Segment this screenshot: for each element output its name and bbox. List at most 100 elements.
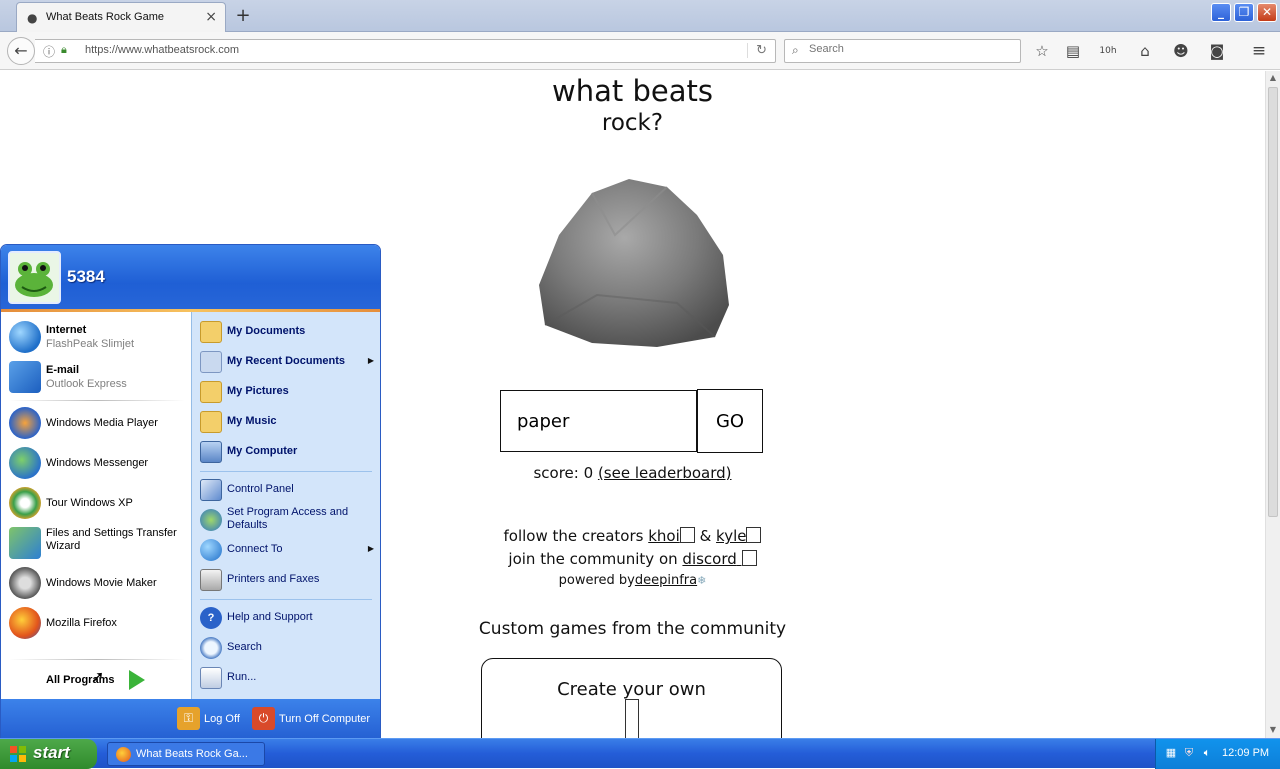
history-counter-label: 10h: [1099, 46, 1117, 56]
bookmark-star-icon[interactable]: ☆: [1031, 41, 1053, 61]
close-window-button[interactable]: ✕: [1257, 3, 1277, 22]
help-label: Run...: [227, 671, 257, 683]
start-button[interactable]: start: [0, 739, 97, 769]
program-windows-media-player[interactable]: Windows Media Player: [9, 407, 187, 439]
taskbar-firefox-window[interactable]: What Beats Rock Ga...: [107, 742, 265, 766]
movie-maker-icon: [9, 567, 41, 599]
join-text: join the community on: [508, 550, 678, 568]
recent-docs-icon: [200, 351, 222, 373]
browser-titlebar: ● What Beats Rock Game × + _ ❐ ✕: [0, 0, 1280, 32]
create-emoji-icon: [625, 699, 639, 738]
system-label: Set Program Access and Defaults: [227, 506, 349, 531]
program-files-settings-transfer[interactable]: Files and Settings Transfer Wizard: [9, 525, 187, 561]
pinned-email[interactable]: E-mail Outlook Express: [9, 361, 187, 395]
system-label: Control Panel: [227, 483, 294, 495]
run-item[interactable]: Run...: [200, 667, 380, 691]
scroll-down-icon[interactable]: ▼: [1266, 723, 1280, 737]
media-player-icon: [9, 407, 41, 439]
help-and-support[interactable]: ? Help and Support: [200, 607, 380, 631]
place-my-music[interactable]: My Music: [200, 411, 380, 435]
place-my-pictures[interactable]: My Pictures: [200, 381, 380, 405]
search-input[interactable]: [809, 43, 1009, 55]
system-program-access[interactable]: Set Program Access and Defaults: [200, 506, 380, 536]
create-your-own-card[interactable]: Create your own: [481, 658, 782, 738]
tab-title: What Beats Rock Game: [46, 11, 164, 23]
restore-button[interactable]: ❐: [1234, 3, 1254, 22]
program-windows-movie-maker[interactable]: Windows Movie Maker: [9, 567, 187, 599]
pinned-internet[interactable]: Internet FlashPeak Slimjet: [9, 321, 187, 355]
tab-close-icon[interactable]: ×: [205, 9, 217, 25]
security-shield-icon[interactable]: ⛨: [1182, 746, 1196, 760]
volume-icon[interactable]: 🔈︎: [1200, 746, 1214, 760]
pinned-internet-subtitle: FlashPeak Slimjet: [46, 338, 135, 350]
powered-text: powered by: [558, 573, 635, 588]
internet-globe-icon: [9, 321, 41, 353]
url-text[interactable]: https://www.whatbeatsrock.com: [85, 44, 239, 56]
program-mozilla-firefox[interactable]: Mozilla Firefox: [9, 607, 187, 639]
reload-icon[interactable]: ↻: [747, 43, 767, 58]
browser-tab[interactable]: ● What Beats Rock Game ×: [16, 2, 226, 32]
smiley-icon[interactable]: ☻: [1170, 41, 1192, 61]
scrollbar-thumb[interactable]: [1268, 87, 1278, 517]
system-label: Connect To: [227, 543, 283, 555]
deepinfra-link[interactable]: deepinfra: [635, 573, 697, 588]
lock-icon: 🔒︎: [61, 43, 67, 56]
search-icon: ⌕: [792, 43, 799, 57]
x-logo-icon: [679, 527, 695, 543]
place-my-recent-documents[interactable]: My Recent Documents ▶: [200, 351, 380, 375]
system-control-panel[interactable]: Control Panel: [200, 479, 380, 503]
pocket-icon[interactable]: ◙: [1206, 41, 1228, 61]
pinned-email-title: E-mail: [46, 364, 80, 376]
page-title-line1: what beats: [552, 74, 713, 108]
search-item[interactable]: Search: [200, 637, 380, 661]
new-tab-icon[interactable]: +: [233, 5, 253, 26]
place-my-documents[interactable]: My Documents: [200, 321, 380, 345]
taskbar: start What Beats Rock Ga... ▦ ⛨ 🔈︎ 12:09…: [0, 738, 1280, 769]
discord-link[interactable]: discord: [682, 550, 757, 568]
help-label: Search: [227, 641, 262, 653]
back-button[interactable]: ←: [7, 37, 35, 65]
create-your-own-label: Create your own: [557, 679, 706, 700]
program-windows-messenger[interactable]: Windows Messenger: [9, 447, 187, 479]
creator-kyle-link[interactable]: kyle: [716, 527, 762, 545]
place-label: My Documents: [227, 325, 306, 337]
all-programs-arrow-icon[interactable]: [129, 670, 145, 690]
score-text: score: 0: [533, 464, 594, 482]
scroll-up-icon[interactable]: ▲: [1266, 71, 1280, 85]
discord-name: discord: [682, 550, 737, 568]
program-tour-windows-xp[interactable]: Tour Windows XP: [9, 487, 187, 519]
info-icon[interactable]: ⓘ: [43, 43, 55, 60]
answer-input[interactable]: [501, 391, 696, 451]
minimize-button[interactable]: _: [1211, 3, 1231, 22]
computer-icon: [200, 441, 222, 463]
network-icon[interactable]: ▦: [1164, 746, 1178, 760]
menu-divider: [9, 659, 185, 660]
mouse-cursor-icon: ➚: [91, 669, 105, 686]
start-menu-header: 5384: [1, 245, 380, 309]
reading-list-icon[interactable]: ▤: [1062, 41, 1084, 61]
submenu-arrow-icon: ▶: [367, 356, 374, 365]
creator-kyle-name: kyle: [716, 527, 747, 545]
go-button[interactable]: GO: [697, 389, 763, 453]
program-label: Mozilla Firefox: [46, 617, 117, 629]
music-folder-icon: [200, 411, 222, 433]
pinned-internet-title: Internet: [46, 324, 87, 336]
help-label: Help and Support: [227, 611, 313, 623]
menu-hamburger-icon[interactable]: ≡: [1248, 41, 1270, 61]
taskbar-window-label: What Beats Rock Ga...: [136, 748, 248, 760]
x-logo-icon: [746, 527, 762, 543]
ampersand: &: [699, 527, 712, 545]
system-printers-faxes[interactable]: Printers and Faxes: [200, 569, 380, 593]
creator-khoi-link[interactable]: khoi: [648, 527, 695, 545]
home-icon[interactable]: ⌂: [1134, 41, 1156, 61]
start-label: start: [33, 743, 70, 762]
search-box[interactable]: ⌕: [784, 39, 1021, 63]
page-title-line2: rock?: [601, 110, 664, 136]
page-scrollbar[interactable]: ▲ ▼: [1265, 71, 1280, 738]
system-connect-to[interactable]: Connect To ▶: [200, 539, 380, 563]
place-my-computer[interactable]: My Computer: [200, 441, 380, 465]
history-counter[interactable]: 10h: [1097, 41, 1119, 61]
leaderboard-link[interactable]: (see leaderboard): [598, 464, 732, 482]
address-bar[interactable]: ⓘ 🔒︎ https://www.whatbeatsrock.com ↻: [35, 39, 776, 63]
user-avatar[interactable]: [8, 251, 61, 304]
